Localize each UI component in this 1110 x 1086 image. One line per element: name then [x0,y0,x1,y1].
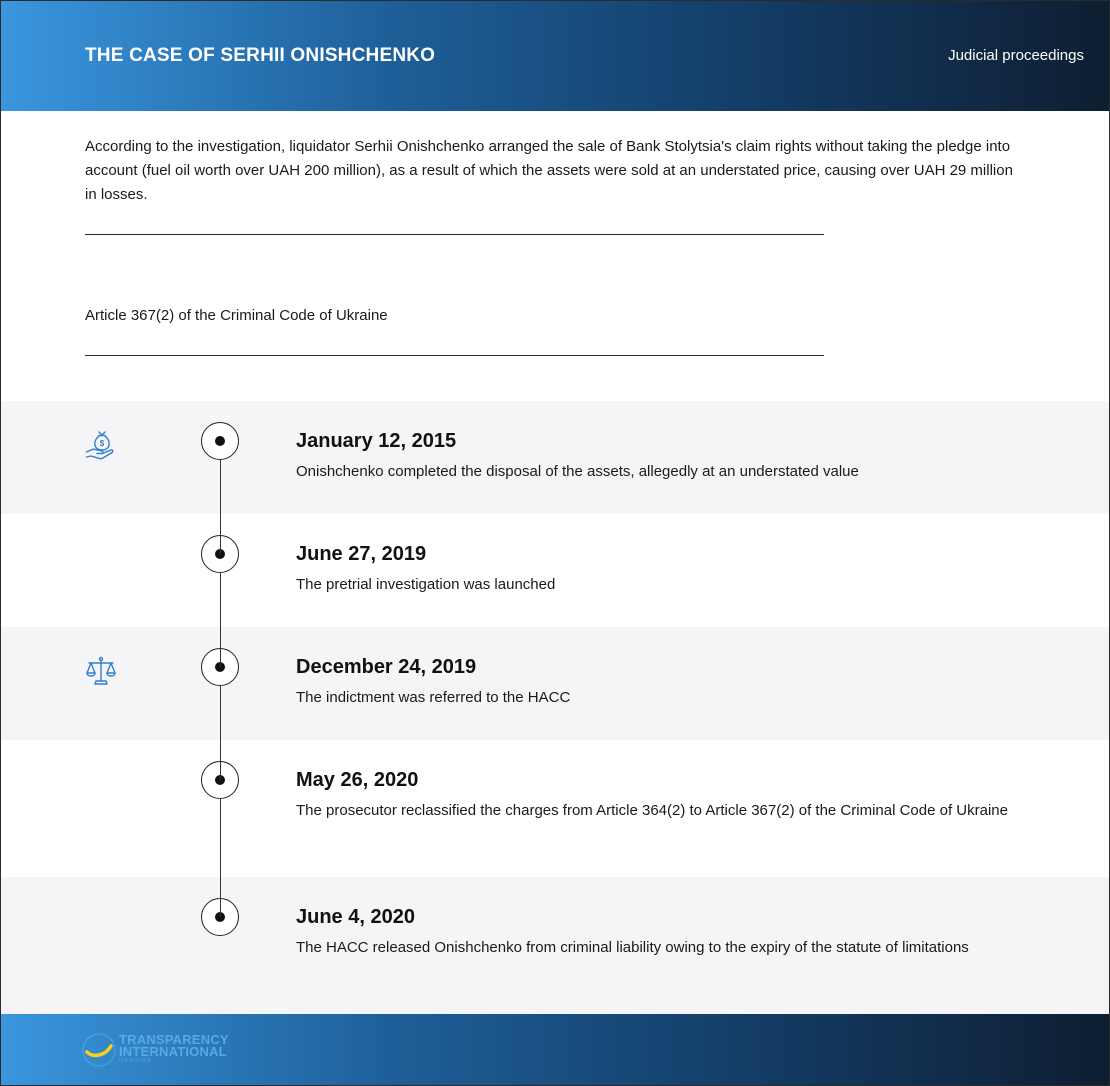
money-bag-hand-icon: $ [85,431,114,460]
timeline-connector [220,686,221,780]
event-date: December 24, 2019 [296,656,477,678]
event-description: The indictment was referred to the HACC [296,689,571,706]
timeline-item: June 27, 2019 The pretrial investigation… [1,514,1109,627]
transparency-international-logo[interactable]: TRANSPARENCY INTERNATIONAL UKRAINE [81,1030,241,1070]
timeline-item: December 24, 2019 The indictment was ref… [1,627,1109,740]
timeline-node [201,422,239,460]
timeline-connector [220,573,221,667]
event-description: The pretrial investigation was launched [296,576,556,593]
event-date: January 12, 2015 [296,430,457,452]
logo-text: UKRAINE [119,1058,153,1064]
event-date: June 4, 2020 [296,906,415,928]
event-date: June 27, 2019 [296,543,427,565]
timeline-connector [220,460,221,554]
case-description: According to the investigation, liquidat… [85,138,1013,203]
svg-text:$: $ [100,439,105,448]
footer-banner: TRANSPARENCY INTERNATIONAL UKRAINE [1,1014,1109,1085]
divider [85,234,824,235]
logo-emblem-icon [82,1033,116,1067]
divider [85,355,824,356]
event-date: May 26, 2020 [296,769,419,791]
event-description: Onishchenko completed the disposal of th… [296,463,859,480]
header-banner: THE CASE OF SERHII ONISHCHENKO Judicial … [1,1,1109,111]
scales-of-justice-icon [86,656,116,685]
page-title: THE CASE OF SERHII ONISHCHENKO [85,45,436,66]
timeline-item: June 4, 2020 The HACC released Onishchen… [1,877,1109,1014]
timeline-connector [220,799,221,917]
category-label: Judicial proceedings [948,47,1084,64]
page: THE CASE OF SERHII ONISHCHENKO Judicial … [0,0,1110,1086]
article-reference: Article 367(2) of the Criminal Code of U… [85,307,388,324]
logo-text: INTERNATIONAL [119,1044,227,1059]
timeline-item: $ January 12, 2015 Onishchenko completed… [1,401,1109,514]
event-description: The prosecutor reclassified the charges … [296,802,1008,819]
timeline-item: May 26, 2020 The prosecutor reclassified… [1,740,1109,877]
event-description: The HACC released Onishchenko from crimi… [296,939,969,956]
